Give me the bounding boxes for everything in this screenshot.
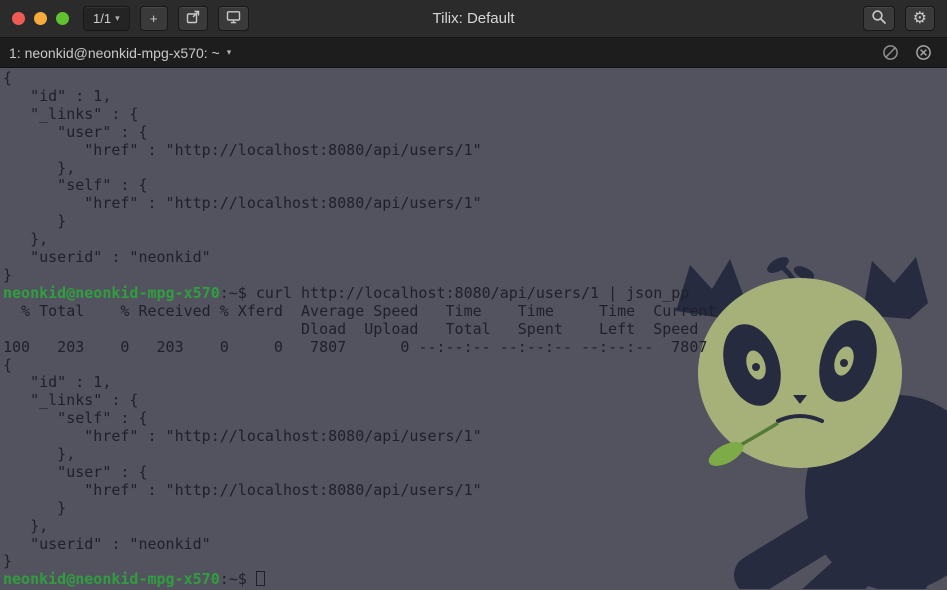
terminal-line: "_links" : { xyxy=(3,391,947,410)
close-window-button[interactable] xyxy=(12,12,25,25)
maximize-window-button[interactable] xyxy=(56,12,69,25)
terminal-text: "userid" : "neonkid" xyxy=(3,248,211,267)
terminal-text: "id" : 1, xyxy=(3,373,112,392)
terminal-text: } xyxy=(3,265,13,284)
chevron-down-icon: ▾ xyxy=(226,47,232,57)
terminal-text: } xyxy=(3,552,13,571)
terminal-line: }, xyxy=(3,230,947,249)
terminal-line: "self" : { xyxy=(3,409,947,428)
terminal-text: "userid" : "neonkid" xyxy=(3,534,211,553)
terminal-text: % Total % Received % Xferd Average Speed… xyxy=(3,301,717,320)
terminal-line: neonkid@neonkid-mpg-x570:~$ xyxy=(3,570,947,589)
monitor-icon xyxy=(226,10,241,27)
close-session-button[interactable] xyxy=(915,44,932,61)
tilix-window: { "window": { "title": "Tilix: Default" … xyxy=(0,0,947,590)
terminal-text: { xyxy=(3,69,13,87)
terminal-text: "href" : "http://localhost:8080/api/user… xyxy=(3,427,482,446)
session-bar: 1: neonkid@neonkid-mpg-x570: ~ ▾ xyxy=(0,38,947,68)
session-switcher-button[interactable]: 1/1 ▾ xyxy=(83,6,130,31)
terminal-text: "self" : { xyxy=(3,176,148,195)
terminal-text: Dload Upload Total Spent Left Speed xyxy=(3,319,699,338)
new-session-button[interactable]: + xyxy=(139,6,168,31)
session-title-dropdown[interactable]: 1: neonkid@neonkid-mpg-x570: ~ ▾ xyxy=(9,45,231,61)
terminal-text: "user" : { xyxy=(3,462,148,481)
terminal-line: { xyxy=(3,355,947,375)
terminal-line: "href" : "http://localhost:8080/api/user… xyxy=(3,140,947,160)
terminal-text: } xyxy=(3,498,67,517)
terminal-line: "userid" : "neonkid" xyxy=(3,248,947,267)
terminal-line: % Total % Received % Xferd Average Speed… xyxy=(3,301,947,321)
terminal-line: }, xyxy=(3,516,947,536)
terminal-line: Dload Upload Total Spent Left Speed xyxy=(3,319,947,339)
minimize-window-button[interactable] xyxy=(34,12,47,25)
terminal-line: "user" : { xyxy=(3,462,947,482)
search-button[interactable] xyxy=(862,6,895,31)
terminal-text: }, xyxy=(3,158,76,177)
terminal-line: "id" : 1, xyxy=(3,373,947,392)
terminal-text: "_links" : { xyxy=(3,104,139,123)
terminal-text: "href" : "http://localhost:8080/api/user… xyxy=(3,140,482,159)
session-title-label: 1: neonkid@neonkid-mpg-x570: ~ xyxy=(9,44,220,61)
gear-icon: ⚙ xyxy=(912,9,927,27)
terminal-text: "id" : 1, xyxy=(3,86,112,105)
terminal-text: } xyxy=(3,212,67,231)
terminal-line: }, xyxy=(3,445,947,464)
terminal-text: }, xyxy=(3,230,49,249)
terminal-line: "href" : "http://localhost:8080/api/user… xyxy=(3,427,947,446)
terminal-line: }, xyxy=(3,158,947,178)
new-window-icon xyxy=(186,10,200,27)
terminal-line: } xyxy=(3,265,947,285)
terminal[interactable]: { "id" : 1, "_links" : { "user" : { "hre… xyxy=(0,68,947,589)
titlebar: 1/1 ▾ + Tilix: Default ⚙ xyxy=(0,0,947,38)
terminal-text: "href" : "http://localhost:8080/api/user… xyxy=(3,194,482,213)
terminal-text: 100 203 0 203 0 0 7807 0 --:--:-- --:--:… xyxy=(3,337,708,356)
session-bar-actions xyxy=(882,44,938,61)
terminal-output: { "id" : 1, "_links" : { "user" : { "hre… xyxy=(3,69,947,589)
terminal-line: "userid" : "neonkid" xyxy=(3,534,947,554)
terminal-line: "href" : "http://localhost:8080/api/user… xyxy=(3,480,947,500)
terminal-text: "self" : { xyxy=(3,409,148,428)
terminal-line: "_links" : { xyxy=(3,104,947,124)
terminal-line: { xyxy=(3,69,947,88)
terminal-text: { xyxy=(3,355,13,374)
terminal-line: } xyxy=(3,553,947,571)
terminal-text: :~$ curl http://localhost:8080/api/users… xyxy=(219,283,690,302)
terminal-line: neonkid@neonkid-mpg-x570:~$ curl http://… xyxy=(3,283,947,303)
terminal-line: } xyxy=(3,498,947,518)
settings-button[interactable]: ⚙ xyxy=(904,6,935,31)
session-counter: 1/1 xyxy=(93,11,112,26)
readonly-session-icon[interactable] xyxy=(882,44,899,61)
terminal-line: "user" : { xyxy=(3,122,947,142)
window-controls xyxy=(12,12,69,25)
open-new-window-button[interactable] xyxy=(177,6,208,31)
terminal-text: }, xyxy=(3,445,76,464)
chevron-down-icon: ▾ xyxy=(115,13,120,23)
terminal-line: "self" : { xyxy=(3,176,947,195)
search-icon xyxy=(871,9,887,28)
shell-prompt: neonkid@neonkid-mpg-x570 xyxy=(3,283,220,302)
terminal-cursor xyxy=(255,571,265,587)
terminal-line: } xyxy=(3,212,947,231)
terminal-text: "href" : "http://localhost:8080/api/user… xyxy=(3,480,482,499)
terminal-text: }, xyxy=(3,516,49,535)
titlebar-right-actions: ⚙ xyxy=(862,6,935,31)
terminal-line: "href" : "http://localhost:8080/api/user… xyxy=(3,194,947,213)
terminal-line: "id" : 1, xyxy=(3,86,947,106)
shell-prompt: neonkid@neonkid-mpg-x570 xyxy=(3,570,220,589)
terminal-text: "user" : { xyxy=(3,122,148,141)
fullscreen-display-button[interactable] xyxy=(217,6,249,31)
terminal-text: "_links" : { xyxy=(3,391,139,410)
terminal-line: 100 203 0 203 0 0 7807 0 --:--:-- --:--:… xyxy=(3,337,947,357)
terminal-text: :~$ xyxy=(219,570,256,589)
